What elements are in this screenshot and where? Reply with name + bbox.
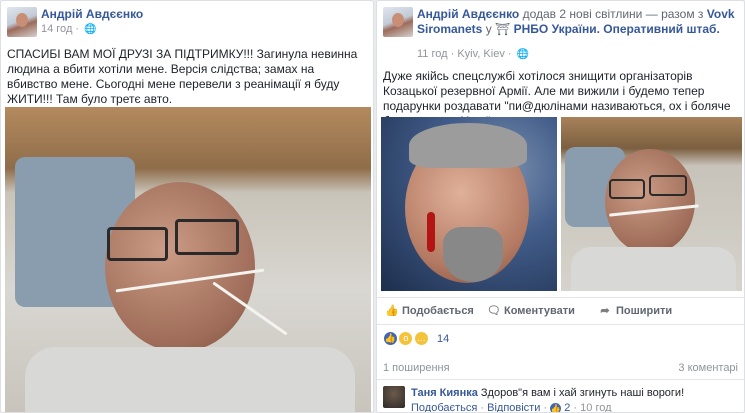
- place-link[interactable]: РНБО України. Оперативний штаб.: [514, 22, 720, 36]
- post-title-line: Андрій Авдєєнко додав 2 нові світлини — …: [417, 7, 735, 36]
- comment-button[interactable]: 🗨 Коментувати: [487, 304, 575, 317]
- shares-count[interactable]: 1 поширення: [383, 362, 450, 374]
- glasses-shape: [609, 179, 645, 199]
- post-photo-1[interactable]: [381, 117, 557, 291]
- commenter-name[interactable]: Таня Киянка: [411, 387, 478, 399]
- shirt-shape: [25, 347, 355, 412]
- left-post-card: Андрій Авдєєнко 14 год · 🌐 СПАСИБІ ВАМ М…: [0, 0, 374, 413]
- comment-meta: Подобається · Відповісти · 👍 2 · 10 год: [411, 402, 612, 413]
- reactions-summary[interactable]: 👍 o … 14: [383, 331, 449, 347]
- post-text: СПАСИБІ ВАМ МОЇ ДРУЗІ ЗА ПІДТРИМКУ!!! За…: [7, 47, 358, 106]
- comment-likes[interactable]: 2: [564, 402, 570, 412]
- post-photo-2[interactable]: [561, 117, 742, 291]
- post-header: Андрій Авдєєнко 14 год · 🌐: [1, 1, 373, 47]
- beard-shape: [443, 227, 503, 282]
- place-icon: ⛩: [495, 22, 511, 36]
- like-icon: 👍: [550, 402, 562, 413]
- comment-text: Здоров"я вам і хай згинуть наші вороги!: [480, 387, 685, 399]
- face-shape: [105, 182, 255, 352]
- wound-shape: [427, 212, 435, 252]
- glasses-shape: [649, 175, 687, 196]
- comment: Таня Киянка Здоров"я вам і хай згинуть н…: [411, 387, 684, 399]
- author-avatar[interactable]: [7, 7, 37, 37]
- shirt-shape: [571, 247, 736, 291]
- commenter-avatar[interactable]: [383, 386, 405, 408]
- post-photo[interactable]: [5, 107, 371, 412]
- post-actions-bar: 👍 Подобається 🗨 Коментувати ➦ Поширити: [377, 297, 744, 325]
- post-meta: 11 год · Kyiv, Kiev · 🌐: [417, 48, 530, 60]
- comments-count[interactable]: 3 коментарі: [678, 362, 738, 374]
- glasses-shape: [175, 219, 239, 255]
- comment-like-link[interactable]: Подобається: [411, 402, 477, 412]
- comment-icon: 🗨: [487, 305, 501, 317]
- face-shape: [605, 149, 695, 254]
- globe-icon: 🌐: [516, 49, 530, 60]
- author-avatar[interactable]: [383, 7, 413, 37]
- post-time[interactable]: 14 год: [41, 23, 72, 35]
- share-icon: ➦: [600, 305, 610, 317]
- comment-time[interactable]: 10 год: [580, 402, 611, 412]
- author-name[interactable]: Андрій Авдєєнко: [41, 7, 143, 21]
- comment-reply-link[interactable]: Відповісти: [487, 402, 540, 412]
- reactions-count[interactable]: 14: [437, 333, 449, 345]
- wow-reaction-icon: o: [398, 331, 414, 347]
- author-name[interactable]: Андрій Авдєєнко: [417, 7, 519, 21]
- sad-reaction-icon: …: [413, 331, 429, 347]
- post-location[interactable]: Kyiv, Kiev: [457, 48, 504, 60]
- share-button[interactable]: ➦ Поширити: [599, 304, 672, 317]
- like-button[interactable]: 👍 Подобається: [385, 304, 474, 317]
- post-time[interactable]: 11 год: [417, 48, 448, 60]
- globe-icon: 🌐: [84, 24, 97, 35]
- hair-shape: [409, 123, 527, 168]
- glasses-shape: [107, 227, 168, 261]
- like-reaction-icon: 👍: [383, 331, 398, 347]
- post-meta: 14 год · 🌐: [41, 23, 97, 35]
- divider: [377, 379, 744, 380]
- thumbs-up-icon: 👍: [385, 305, 399, 317]
- post-header: Андрій Авдєєнко додав 2 нові світлини — …: [377, 1, 744, 60]
- right-post-card: Андрій Авдєєнко додав 2 нові світлини — …: [376, 0, 745, 413]
